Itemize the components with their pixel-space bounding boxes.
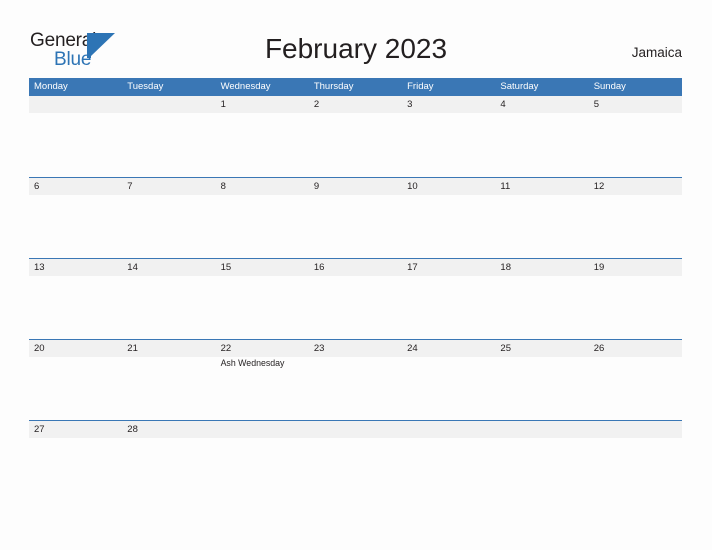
day-of-week-thursday: Thursday bbox=[313, 81, 354, 92]
calendar-event: Ash Wednesday bbox=[220, 358, 285, 368]
calendar-day-cell-empty bbox=[122, 96, 215, 113]
day-number: 17 bbox=[407, 262, 418, 273]
day-number: 14 bbox=[127, 262, 138, 273]
calendar-day-cell[interactable]: 28 bbox=[122, 421, 215, 438]
calendar-week-row: 13 14 15 16 17 18 19 bbox=[29, 258, 682, 339]
calendar-day-cell[interactable]: 10 bbox=[402, 178, 495, 195]
day-number: 11 bbox=[500, 181, 511, 192]
calendar-day-cell-empty bbox=[402, 421, 495, 438]
day-number: 28 bbox=[127, 424, 138, 435]
calendar-day-cell[interactable]: 25 bbox=[495, 340, 588, 369]
day-number: 5 bbox=[593, 99, 599, 110]
day-number: 13 bbox=[34, 262, 45, 273]
day-number: 1 bbox=[220, 99, 226, 110]
calendar-day-cell[interactable]: 11 bbox=[495, 178, 588, 195]
day-number: 2 bbox=[313, 99, 320, 110]
calendar-day-cell[interactable]: 4 bbox=[495, 96, 588, 113]
day-number: 23 bbox=[313, 343, 325, 354]
day-number bbox=[221, 421, 309, 438]
calendar-day-cell[interactable]: 13 bbox=[29, 259, 122, 276]
calendar-day-cell[interactable]: 2 bbox=[309, 96, 402, 113]
day-number: 24 bbox=[407, 343, 418, 354]
day-number bbox=[500, 421, 588, 438]
day-of-week-sunday: Sunday bbox=[593, 81, 626, 92]
day-number: 12 bbox=[593, 181, 605, 192]
day-number bbox=[407, 421, 495, 438]
calendar-day-cell[interactable]: 5 bbox=[589, 96, 682, 113]
calendar-day-cell[interactable]: 12 bbox=[589, 178, 682, 195]
day-of-week-tuesday: Tuesday bbox=[127, 81, 164, 92]
day-number: 25 bbox=[500, 343, 511, 354]
calendar-day-cell[interactable]: 18 bbox=[495, 259, 588, 276]
calendar-day-cell[interactable]: 24 bbox=[402, 340, 495, 369]
day-of-week-wednesday: Wednesday bbox=[220, 81, 271, 92]
day-of-week-friday: Friday bbox=[407, 81, 434, 92]
day-number bbox=[127, 96, 215, 113]
page-title: February 2023 bbox=[264, 33, 448, 64]
day-number: 15 bbox=[220, 262, 232, 273]
page-header: General Blue February 2023 Jamaica bbox=[0, 0, 712, 78]
week-days: 20 21 22 Ash Wednesday 23 24 25 26 bbox=[29, 340, 682, 369]
calendar-grid: Monday Tuesday Wednesday Thursday Friday Satu… bbox=[29, 78, 682, 462]
calendar-day-cell-empty bbox=[309, 421, 402, 438]
calendar-day-cell-empty bbox=[216, 421, 309, 438]
day-number: 27 bbox=[34, 424, 45, 435]
calendar-day-cell[interactable]: 1 bbox=[216, 96, 309, 113]
calendar-day-cell[interactable]: 17 bbox=[402, 259, 495, 276]
day-of-week-saturday: Saturday bbox=[500, 81, 539, 92]
day-number: 18 bbox=[500, 262, 511, 273]
calendar-day-cell[interactable]: 7 bbox=[122, 178, 215, 195]
day-number bbox=[594, 421, 682, 438]
day-number: 7 bbox=[127, 181, 133, 192]
calendar-day-cell[interactable]: 9 bbox=[309, 178, 402, 195]
calendar-day-cell[interactable]: 21 bbox=[122, 340, 215, 369]
calendar-day-cell[interactable]: 8 bbox=[216, 178, 309, 195]
day-number: 3 bbox=[407, 99, 413, 110]
calendar-day-cell[interactable]: 15 bbox=[216, 259, 309, 276]
calendar-week-row: 6 7 8 9 10 11 12 bbox=[29, 177, 682, 258]
day-number: 19 bbox=[593, 262, 605, 273]
day-number: 22 bbox=[220, 343, 232, 354]
calendar-day-cell-empty bbox=[589, 421, 682, 438]
day-number: 26 bbox=[593, 343, 605, 354]
day-of-week-header-row: Monday Tuesday Wednesday Thursday Friday Satu… bbox=[29, 78, 682, 96]
calendar-day-cell[interactable]: 22 Ash Wednesday bbox=[216, 340, 309, 369]
calendar-day-cell-empty bbox=[29, 96, 122, 113]
week-days: 6 7 8 9 10 11 12 bbox=[29, 178, 682, 195]
day-number: 21 bbox=[127, 343, 138, 354]
day-number: 8 bbox=[220, 181, 226, 192]
calendar-week-row: 27 28 bbox=[29, 420, 682, 462]
day-number: 16 bbox=[313, 262, 325, 273]
calendar-day-cell[interactable]: 3 bbox=[402, 96, 495, 113]
calendar-week-row: 1 2 3 4 5 bbox=[29, 96, 682, 177]
calendar-day-cell[interactable]: 26 bbox=[589, 340, 682, 369]
day-number: 6 bbox=[34, 181, 40, 192]
day-number: 10 bbox=[407, 181, 418, 192]
calendar-day-cell[interactable]: 14 bbox=[122, 259, 215, 276]
calendar-day-cell[interactable]: 20 bbox=[29, 340, 122, 369]
day-number bbox=[314, 421, 402, 438]
country-label: Jamaica bbox=[631, 45, 682, 60]
calendar-day-cell-empty bbox=[495, 421, 588, 438]
calendar-day-cell[interactable]: 16 bbox=[309, 259, 402, 276]
day-of-week-monday: Monday bbox=[34, 81, 68, 92]
week-days: 27 28 bbox=[29, 421, 682, 438]
calendar-day-cell[interactable]: 27 bbox=[29, 421, 122, 438]
calendar-day-cell[interactable]: 19 bbox=[589, 259, 682, 276]
day-events: Ash Wednesday bbox=[221, 357, 309, 369]
week-days: 1 2 3 4 5 bbox=[29, 96, 682, 113]
day-number: 4 bbox=[500, 99, 506, 110]
day-number: 20 bbox=[34, 343, 45, 354]
week-days: 13 14 15 16 17 18 19 bbox=[29, 259, 682, 276]
calendar-day-cell[interactable]: 6 bbox=[29, 178, 122, 195]
calendar-day-cell[interactable]: 23 bbox=[309, 340, 402, 369]
day-number bbox=[34, 96, 122, 113]
day-number: 9 bbox=[313, 181, 320, 192]
calendar-weeks: 1 2 3 4 5 6 7 8 9 10 11 12 13 14 15 16 17 18 19 20 21 22 Ash W… bbox=[29, 96, 682, 462]
calendar-week-row: 20 21 22 Ash Wednesday 23 24 25 26 bbox=[29, 339, 682, 420]
